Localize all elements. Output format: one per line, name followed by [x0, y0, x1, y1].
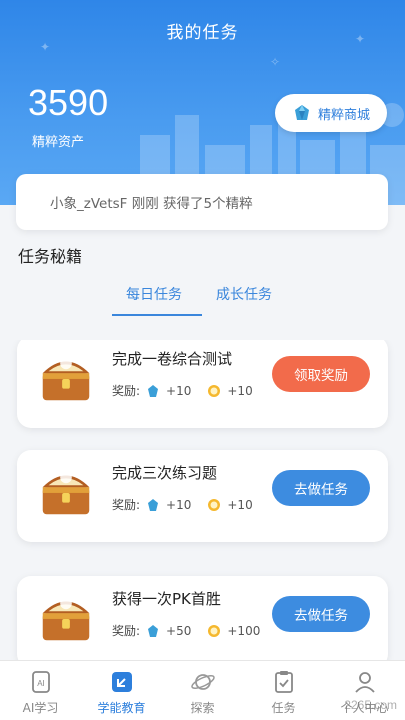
ai-study-icon: AI [31, 671, 50, 693]
tab-growth-tasks[interactable]: 成长任务 [216, 284, 272, 304]
tab-daily-tasks[interactable]: 每日任务 [126, 284, 182, 304]
nav-item-tasks[interactable]: 任务 [243, 661, 324, 720]
page-title: 我的任务 [166, 23, 239, 43]
assets-value: 3590 [28, 82, 109, 123]
task-icon [274, 671, 293, 693]
active-tab-indicator [112, 314, 202, 316]
assets-label: 精粹资产 [32, 135, 85, 150]
coin-reward-value: +10 [227, 383, 253, 398]
gem-reward-value: +10 [166, 497, 192, 512]
task-list: 完成一卷综合测试 奖励: +10 +10 领取奖励 完成三次练习题 奖励: +1… [0, 340, 405, 660]
task-card: 完成一卷综合测试 奖励: +10 +10 领取奖励 [17, 340, 388, 428]
gem-icon [148, 384, 159, 397]
watermark: 2265.com [344, 698, 397, 712]
task-reward: 奖励: +10 +10 [112, 496, 253, 513]
section-title: 任务秘籍 [18, 247, 83, 266]
reward-label: 奖励: [112, 624, 141, 638]
planet-icon [190, 674, 215, 690]
activity-notice: 小象_zVetsF 刚刚 获得了5个精粹 [16, 174, 388, 230]
coin-icon [208, 384, 221, 397]
notice-text: 小象_zVetsF 刚刚 获得了5个精粹 [50, 196, 253, 212]
treasure-chest-icon [42, 597, 90, 641]
treasure-chest-icon [42, 471, 90, 515]
gem-icon [148, 624, 159, 637]
gem-icon [294, 105, 309, 120]
task-card: 完成三次练习题 奖励: +10 +10 去做任务 [17, 450, 388, 542]
task-title: 获得一次PK首胜 [112, 590, 221, 608]
gem-reward-value: +50 [166, 623, 192, 638]
coin-icon [208, 624, 221, 637]
education-icon [111, 672, 132, 692]
nav-label: 探索 [190, 701, 215, 715]
gem-icon [148, 498, 159, 511]
task-reward: 奖励: +50 +100 [112, 622, 260, 639]
nav-label: 学能教育 [97, 701, 146, 715]
do-task-button[interactable]: 去做任务 [272, 596, 370, 632]
task-title: 完成三次练习题 [112, 464, 218, 482]
mall-button-label: 精粹商城 [317, 107, 370, 123]
profile-icon [354, 672, 375, 693]
svg-text:AI: AI [37, 679, 45, 688]
claim-reward-button[interactable]: 领取奖励 [272, 356, 370, 392]
coin-reward-value: +10 [227, 497, 253, 512]
gem-reward-value: +10 [166, 383, 192, 398]
task-reward: 奖励: +10 +10 [112, 382, 253, 399]
essence-mall-button[interactable]: 精粹商城 [275, 94, 387, 132]
reward-label: 奖励: [112, 384, 141, 398]
nav-label: 任务 [271, 701, 296, 715]
task-card: 获得一次PK首胜 奖励: +50 +100 去做任务 [17, 576, 388, 660]
nav-item-education[interactable]: 学能教育 [81, 661, 162, 720]
coin-reward-value: +100 [227, 623, 261, 638]
sparkle-decoration: ✧ [270, 55, 281, 69]
coin-icon [208, 498, 221, 511]
do-task-button[interactable]: 去做任务 [272, 470, 370, 506]
reward-label: 奖励: [112, 498, 141, 512]
nav-label: AI学习 [22, 701, 59, 715]
treasure-chest-icon [42, 357, 90, 401]
nav-item-explore[interactable]: 探索 [162, 661, 243, 720]
task-title: 完成一卷综合测试 [112, 350, 233, 368]
nav-item-ai-study[interactable]: AI AI学习 [0, 661, 81, 720]
task-tabs: 每日任务 成长任务 [0, 280, 405, 320]
